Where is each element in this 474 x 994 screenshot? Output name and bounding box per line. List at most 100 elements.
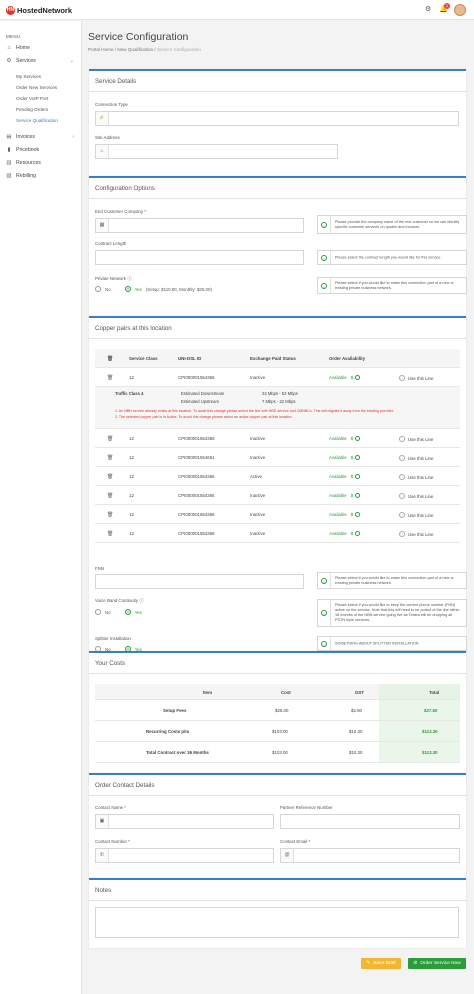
use-line-label: Use this Line <box>408 494 434 499</box>
availability-label: Available <box>329 375 347 380</box>
table-row: 🗑 12 CPI000001554366 Active Available $ Use th… <box>95 467 460 486</box>
use-line-option[interactable]: Use this Line <box>399 493 433 499</box>
availability-price: $ <box>350 455 354 460</box>
sidebar-item-label: Invoices <box>16 134 36 140</box>
use-line-radio[interactable] <box>399 455 405 461</box>
use-line-radio[interactable] <box>399 512 405 518</box>
service-class-cell: 12 <box>129 436 134 441</box>
use-line-radio[interactable] <box>399 375 405 381</box>
book-icon: ▮ <box>7 147 11 153</box>
sidebar-item-invoices[interactable]: ▤ Invoices › <box>6 134 78 140</box>
logo[interactable]: HN HostedNetwork <box>6 5 72 15</box>
availability-label: Available <box>329 455 347 460</box>
use-line-option[interactable]: Use this Line <box>399 455 433 461</box>
use-line-radio[interactable] <box>399 436 405 442</box>
contact-name-field[interactable]: ▣ <box>95 814 274 829</box>
use-line-option[interactable]: Use this Line <box>399 531 433 537</box>
order-service-now-button[interactable]: ⊘ Order Service Now <box>408 958 466 969</box>
delete-icon: 🗑 <box>107 356 114 362</box>
use-line-radio[interactable] <box>399 474 405 480</box>
card-title: Your Costs <box>95 660 126 667</box>
delete-icon[interactable]: 🗑 <box>107 531 113 537</box>
table-row: 🗑 12 CPI000001554366 Inactive Available $ Use … <box>95 368 460 387</box>
sidebar-item-label: Services <box>16 58 36 64</box>
info-icon[interactable] <box>355 474 361 479</box>
use-line-option[interactable]: Use this Line <box>399 375 433 381</box>
private-network-no-radio[interactable] <box>95 286 101 292</box>
breadcrumb-portal-home[interactable]: Portal Home <box>88 47 114 52</box>
partner-reference-label: Partner Reference Number <box>280 805 333 810</box>
check-circle-icon: ⊘ <box>413 961 418 966</box>
uni-dsl-id-cell: CPI000001554366 <box>178 375 215 380</box>
voice-band-no-radio[interactable] <box>95 609 101 615</box>
partner-reference-field[interactable] <box>280 814 460 829</box>
divider <box>89 795 466 796</box>
breadcrumb-new-qualification[interactable]: New Qualification <box>117 47 153 52</box>
sidebar-sub-pending[interactable]: Pending Orders <box>16 107 48 112</box>
use-line-option[interactable]: Use this Line <box>399 436 433 442</box>
settings-gear-icon[interactable]: ⚙ <box>425 6 431 14</box>
contract-length-select[interactable] <box>95 250 304 265</box>
private-network-yes-radio[interactable] <box>124 286 131 292</box>
info-icon[interactable] <box>355 512 361 517</box>
sidebar-sub-voip-port[interactable]: Order VoIP Port <box>16 96 48 101</box>
sidebar-item-home[interactable]: ⌂ Home <box>6 45 78 51</box>
contact-number-label: Contact Number * <box>95 839 130 844</box>
delete-icon[interactable]: 🗑 <box>107 493 113 499</box>
uni-dsl-id-cell: CPI000001554366 <box>178 531 215 536</box>
radio-label-no: No <box>105 286 111 292</box>
sidebar-item-services[interactable]: ⚙ Services ⌄ <box>6 58 78 64</box>
sidebar-item-resources[interactable]: ▥ Resources <box>6 160 78 166</box>
availability-price: $ <box>350 512 354 517</box>
delete-icon[interactable]: 🗑 <box>107 474 113 480</box>
info-icon[interactable] <box>355 375 361 380</box>
delete-icon[interactable]: 🗑 <box>107 436 113 442</box>
connection-type-field[interactable]: ⚡ <box>95 111 459 126</box>
end-customer-field[interactable]: ▦ <box>95 218 304 233</box>
end-customer-hint: i Please provide the company name of the … <box>317 215 467 234</box>
info-icon[interactable] <box>355 493 361 498</box>
delete-icon[interactable]: 🗑 <box>107 455 113 461</box>
sidebar-item-rebilling[interactable]: ▧ Rebilling <box>6 173 78 179</box>
info-icon[interactable] <box>355 455 361 460</box>
save-draft-button[interactable]: ✎ Save Draft <box>361 958 401 969</box>
availability-cell: Available $ <box>329 375 361 380</box>
uni-dsl-id-cell: CPI000001554366 <box>178 436 215 441</box>
sidebar-item-pricebook[interactable]: ▮ Pricebook <box>6 147 78 153</box>
sidebar-sub-my-services[interactable]: My Services <box>16 74 41 79</box>
info-icon: i <box>321 254 327 261</box>
exchange-status-cell: Inactive <box>250 512 266 517</box>
delete-icon[interactable]: 🗑 <box>107 512 113 518</box>
info-icon[interactable] <box>355 436 361 441</box>
contact-number-field[interactable]: ✆ <box>95 848 274 863</box>
notes-textarea[interactable] <box>95 907 459 938</box>
sidebar-sub-order-new[interactable]: Order New Services <box>16 85 57 90</box>
user-avatar[interactable] <box>454 4 466 16</box>
info-icon[interactable] <box>355 531 361 536</box>
radio-label-yes: Yes <box>134 286 142 292</box>
info-icon: i <box>321 577 327 584</box>
chevron-right-icon: › <box>72 134 74 140</box>
divider <box>89 338 466 339</box>
availability-price: $ <box>350 493 354 498</box>
availability-label: Available <box>329 436 347 441</box>
use-line-option[interactable]: Use this Line <box>399 474 433 480</box>
help-icon[interactable]: ⓘ <box>127 276 131 281</box>
connection-type-label: Connection Type <box>95 102 128 107</box>
service-class-cell: 12 <box>129 512 134 517</box>
use-line-option[interactable]: Use this Line <box>399 512 433 518</box>
uni-dsl-id-cell: CPI000001554661 <box>178 455 215 460</box>
delete-icon[interactable]: 🗑 <box>107 375 113 381</box>
contact-email-field[interactable]: @ <box>280 848 460 863</box>
contract-length-hint: i Please select the contract length you w… <box>317 250 467 265</box>
uni-dsl-id-cell: CPI000001554366 <box>178 512 215 517</box>
voice-band-yes-radio[interactable] <box>124 609 131 615</box>
table-header: Item Cost GST Total <box>95 684 460 700</box>
use-line-radio[interactable] <box>399 531 405 537</box>
sidebar-sub-service-qualification[interactable]: Service Qualification <box>16 118 58 123</box>
help-icon[interactable]: ⓘ <box>139 598 143 603</box>
service-class-cell: 12 <box>129 493 134 498</box>
site-address-field[interactable]: ⌂ <box>95 144 338 159</box>
use-line-radio[interactable] <box>399 493 405 499</box>
fnn-field[interactable] <box>95 574 304 589</box>
